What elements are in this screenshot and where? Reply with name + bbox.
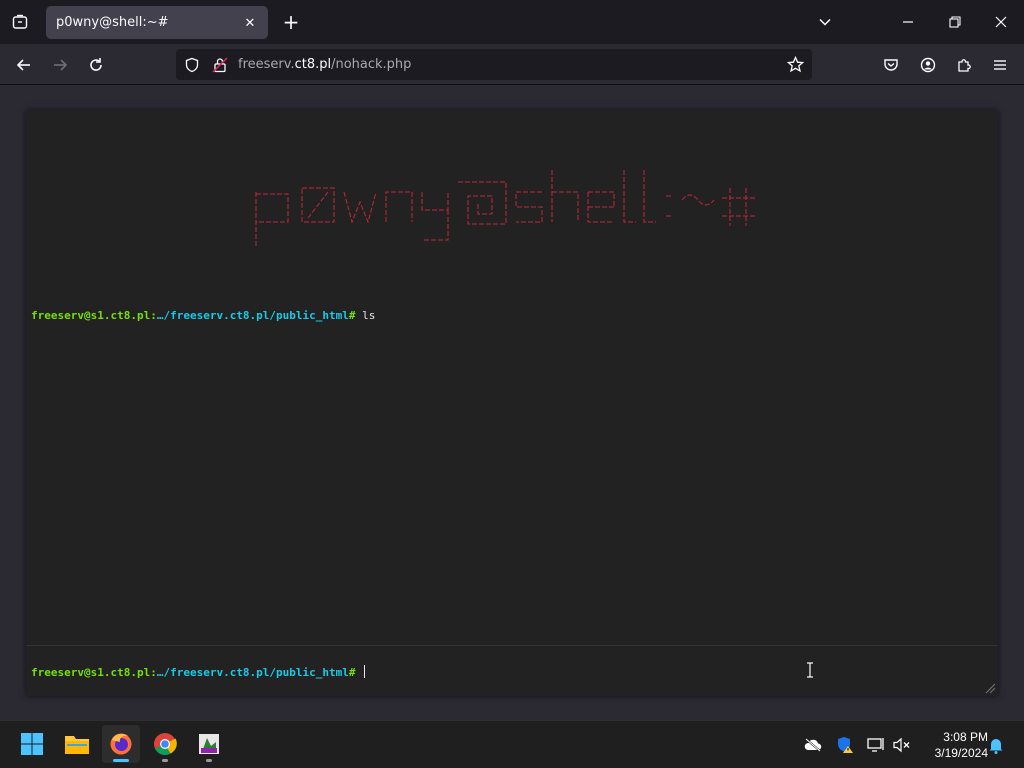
shield-icon[interactable] [184,57,200,73]
account-icon [920,57,936,73]
monitor-network-icon [867,738,884,752]
active-indicator [113,759,129,762]
notifications-button[interactable] [986,735,1006,755]
tab-list-icon [12,14,28,29]
prompt-user: freeserv@s1.ct8.pl: [31,309,157,322]
minimize-button[interactable] [894,8,922,36]
windows-logo-icon [21,733,43,755]
firefox-button[interactable] [102,725,140,763]
volume-muted-icon [893,737,910,753]
close-tab-icon[interactable]: ✕ [240,13,260,33]
minimize-icon [903,21,913,23]
chrome-button[interactable] [146,725,184,763]
address-bar[interactable]: freeserv.ct8.pl/nohack.php [176,49,812,80]
security-tray-button[interactable] [835,735,855,755]
shield-warning-icon [838,737,853,753]
hamburger-icon [994,60,1006,70]
clock[interactable]: 3:08 PM 3/19/2024 [918,729,988,761]
tab-title: p0wny@shell:~# [56,15,169,30]
pocket-icon [884,59,898,71]
app-button[interactable] [190,725,228,763]
cloud-offline-tray-button[interactable] [803,735,823,755]
star-icon[interactable] [787,56,804,73]
navigation-toolbar: freeserv.ct8.pl/nohack.php [0,44,1024,85]
prompt-path: …/freeserv.ct8.pl/public_html [156,666,349,679]
insecure-lock-icon[interactable] [212,57,228,73]
history-line: freeserv@s1.ct8.pl:…/freeserv.ct8.pl/pub… [31,309,375,322]
chrome-icon [154,733,177,756]
back-button[interactable] [9,50,39,80]
url-path: /nohack.php [331,57,412,72]
clock-date: 3/19/2024 [934,746,988,760]
network-tray-button[interactable] [866,735,886,755]
firefox-icon [110,733,132,755]
extensions-button[interactable] [949,50,979,80]
running-indicator [206,759,212,762]
command-input-area[interactable]: freeserv@s1.ct8.pl:…/freeserv.ct8.pl/pub… [26,645,998,696]
folder-icon [65,736,89,754]
app-icon [199,734,219,754]
text-cursor-icon [807,662,813,678]
chevron-down-icon [819,18,831,26]
reload-icon [90,58,102,71]
history-command: ls [355,309,376,322]
prompt-user: freeserv@s1.ct8.pl: [31,666,157,679]
tab-active[interactable]: p0wny@shell:~# ✕ [46,6,268,39]
page-content: freeserv@s1.ct8.pl:…/freeserv.ct8.pl/pub… [0,86,1024,720]
volume-tray-button[interactable] [892,735,912,755]
prompt-path: …/freeserv.ct8.pl/public_html [156,309,349,322]
shell-window: freeserv@s1.ct8.pl:…/freeserv.ct8.pl/pub… [26,110,998,696]
arrow-left-icon [16,59,30,71]
menu-button[interactable] [985,50,1015,80]
close-window-button[interactable] [987,8,1015,36]
restore-button[interactable] [941,8,969,36]
puzzle-icon [958,59,971,72]
running-indicator [162,759,168,762]
prompt-separator: # [348,666,363,679]
pocket-button[interactable] [876,50,906,80]
start-button[interactable] [13,725,51,763]
arrow-right-icon [54,59,68,71]
account-button[interactable] [913,50,943,80]
url-text[interactable]: freeserv.ct8.pl/nohack.php [238,57,411,72]
input-prompt: freeserv@s1.ct8.pl:…/freeserv.ct8.pl/pub… [31,665,366,679]
url-prefix: freeserv. [238,57,295,72]
file-explorer-button[interactable] [58,725,96,763]
text-caret [364,665,366,678]
resize-grip-icon[interactable] [984,682,996,694]
taskbar: 3:08 PM 3/19/2024 [0,720,1024,768]
list-all-tabs-button[interactable] [811,8,839,36]
forward-button[interactable] [45,50,75,80]
tab-strip: p0wny@shell:~# ✕ + [0,0,1024,44]
ascii-banner [255,170,756,246]
cloud-offline-icon [804,738,822,752]
close-icon [995,16,1007,28]
prompt-separator: # [348,309,356,322]
clock-time: 3:08 PM [943,730,988,744]
tab-list-button[interactable] [6,8,34,36]
restore-icon [949,16,961,28]
new-tab-button[interactable]: + [278,9,304,35]
reload-button[interactable] [81,50,111,80]
bell-icon [989,738,1003,754]
url-host: ct8.pl [294,57,332,72]
